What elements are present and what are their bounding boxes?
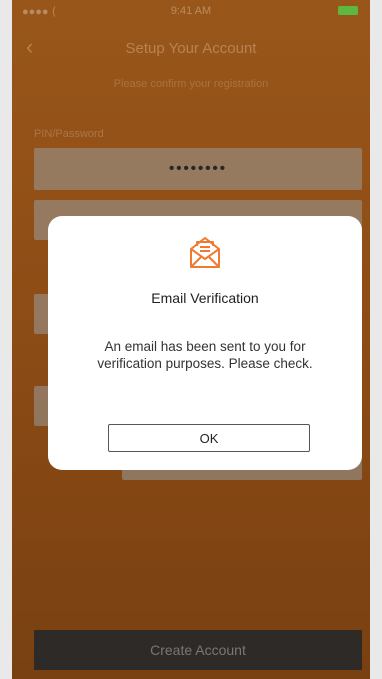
- ok-button[interactable]: OK: [108, 424, 310, 452]
- email-verification-dialog: Email Verification An email has been sen…: [48, 216, 362, 470]
- open-envelope-icon: [190, 237, 220, 268]
- phone-screen: ●●●● ⟨ 9:41 AM ‹ Setup Your Account Plea…: [12, 0, 370, 679]
- dialog-message: An email has been sent to you for verifi…: [97, 339, 313, 371]
- dialog-title: Email Verification: [151, 290, 259, 306]
